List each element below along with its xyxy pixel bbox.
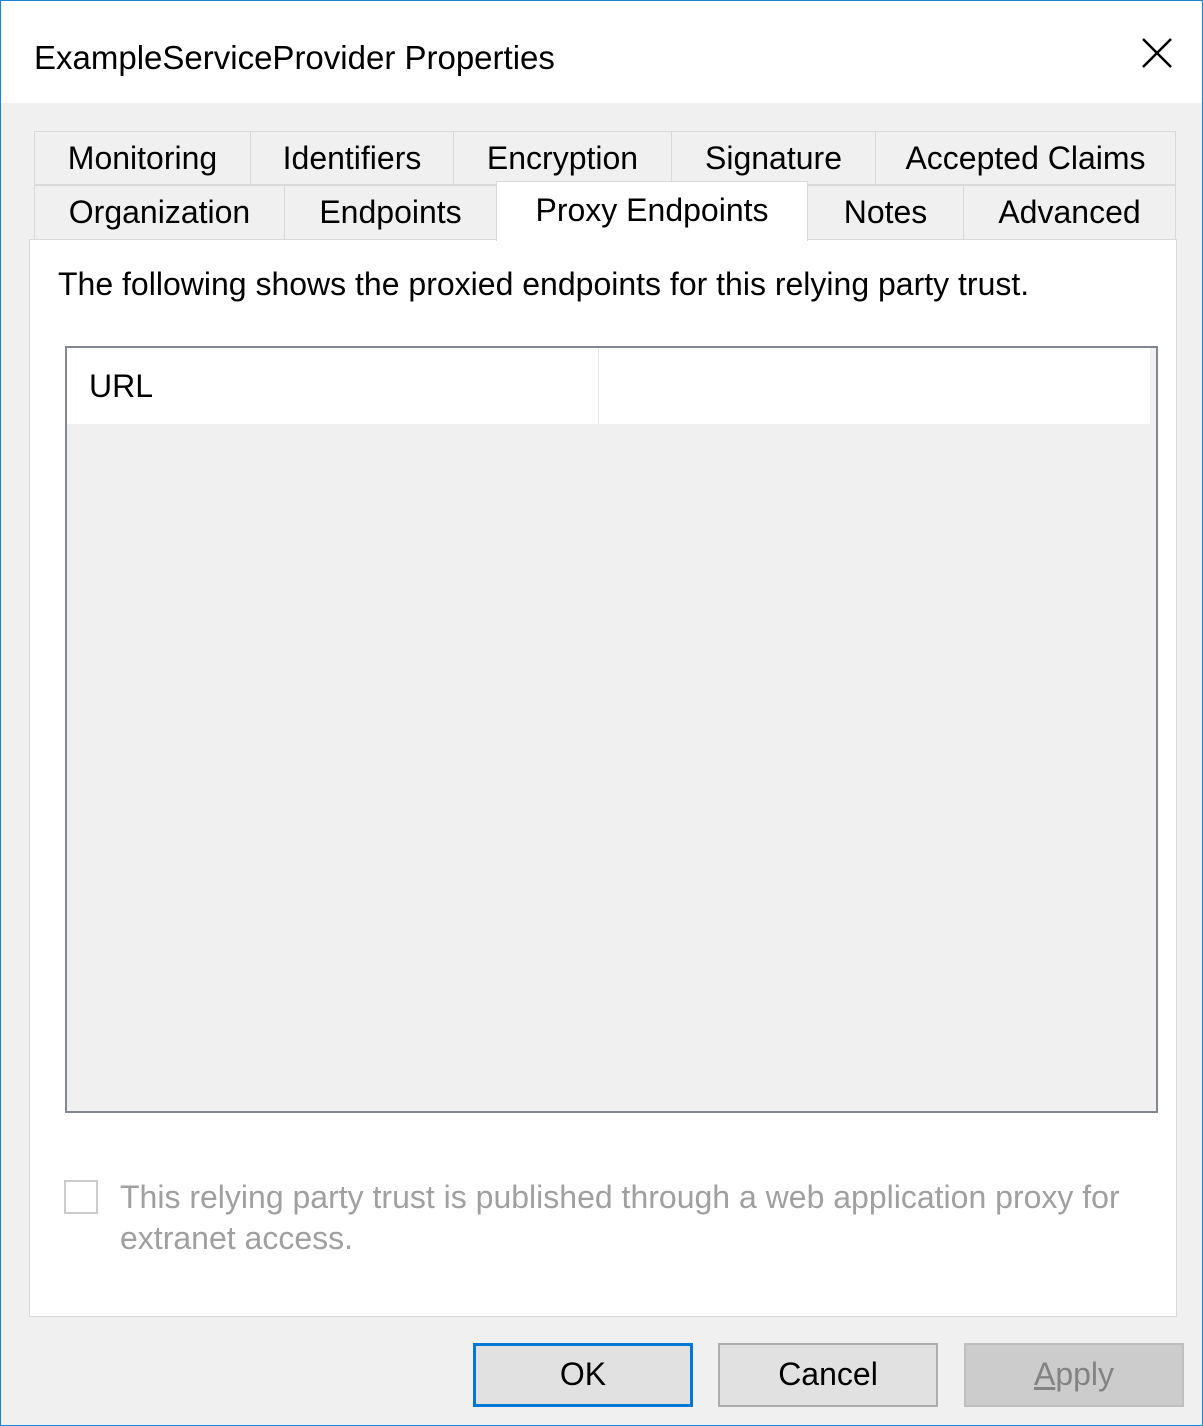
column-header-blank[interactable] bbox=[599, 348, 1150, 424]
apply-button[interactable]: Apply bbox=[964, 1343, 1184, 1407]
tab-organization[interactable]: Organization bbox=[34, 185, 285, 240]
proxy-published-checkbox-row: This relying party trust is published th… bbox=[64, 1178, 1144, 1268]
tab-proxy-endpoints[interactable]: Proxy Endpoints bbox=[496, 181, 808, 241]
tab-endpoints[interactable]: Endpoints bbox=[284, 185, 497, 240]
list-header: URL bbox=[67, 348, 1150, 424]
tab-notes[interactable]: Notes bbox=[807, 185, 964, 240]
tab-monitoring[interactable]: Monitoring bbox=[34, 131, 251, 185]
ok-button[interactable]: OK bbox=[473, 1343, 693, 1407]
apply-access-key: A bbox=[1033, 1356, 1056, 1392]
tab-advanced[interactable]: Advanced bbox=[963, 185, 1176, 240]
tab-encryption[interactable]: Encryption bbox=[453, 131, 672, 185]
proxy-published-checkbox[interactable] bbox=[64, 1180, 98, 1214]
endpoints-list[interactable]: URL bbox=[65, 346, 1158, 1113]
tab-accepted-claims[interactable]: Accepted Claims bbox=[875, 131, 1176, 185]
apply-label-rest: pply bbox=[1055, 1356, 1115, 1392]
column-header-url[interactable]: URL bbox=[67, 348, 599, 424]
properties-dialog: ExampleServiceProvider Properties Monito… bbox=[0, 0, 1203, 1426]
tab-signature[interactable]: Signature bbox=[671, 131, 876, 185]
close-icon bbox=[1142, 38, 1172, 68]
tab-identifiers[interactable]: Identifiers bbox=[250, 131, 454, 185]
window-title: ExampleServiceProvider Properties bbox=[34, 39, 555, 76]
panel-description: The following shows the proxied endpoint… bbox=[58, 266, 1030, 302]
proxy-endpoints-panel: The following shows the proxied endpoint… bbox=[29, 239, 1177, 1317]
column-header-url-label: URL bbox=[89, 368, 154, 404]
close-button[interactable] bbox=[1119, 23, 1195, 83]
cancel-button[interactable]: Cancel bbox=[718, 1343, 938, 1407]
proxy-published-checkbox-label: This relying party trust is published th… bbox=[120, 1179, 1120, 1256]
title-bar: ExampleServiceProvider Properties bbox=[1, 1, 1202, 103]
